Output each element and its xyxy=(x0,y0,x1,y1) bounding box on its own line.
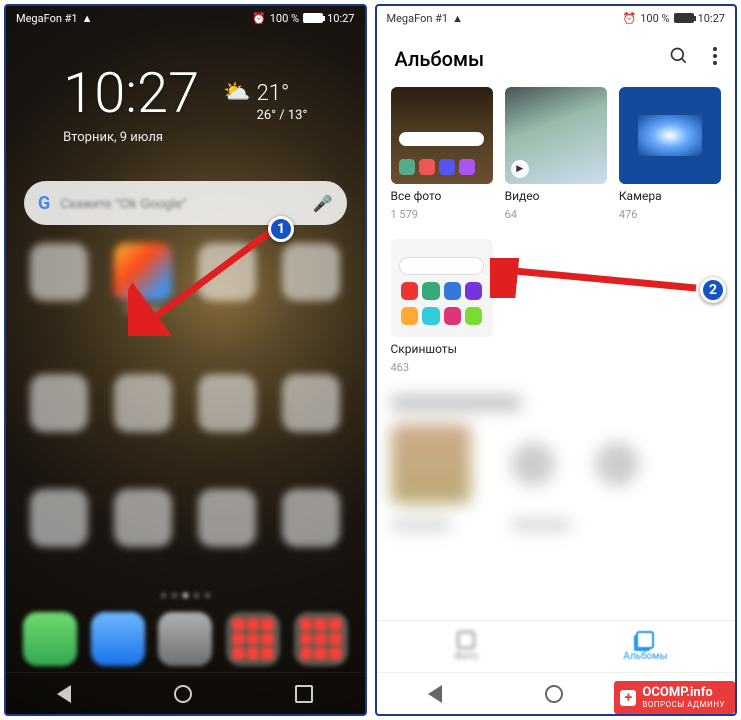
album-screenshots-thumb xyxy=(391,239,493,336)
tab-photos[interactable]: Фото xyxy=(377,621,556,672)
album-screenshots[interactable]: Скриншоты 463 xyxy=(391,239,493,373)
phone-home-screen: MegaFon #1 ▲ ⏰ 100 % 10:27 10:27 Вторник… xyxy=(4,4,367,716)
app-blur-9[interactable] xyxy=(114,489,172,547)
album-all-count: 1 579 xyxy=(391,208,493,221)
status-time: 10:27 xyxy=(327,12,354,25)
dock-folder-1[interactable] xyxy=(226,612,280,666)
google-search-bar[interactable]: G 🎤 xyxy=(24,181,347,225)
nav-back-button[interactable] xyxy=(428,685,442,703)
tab-albums[interactable]: Альбомы xyxy=(556,621,735,672)
battery-label: 100 % xyxy=(270,12,299,25)
app-blur-2[interactable] xyxy=(198,243,256,301)
watermark-main: OCOMP.info xyxy=(642,686,725,699)
carrier-label: MegaFon #1 xyxy=(16,12,78,25)
annotation-marker-1: 1 xyxy=(268,216,294,242)
page-indicator xyxy=(6,587,365,604)
more-icon[interactable] xyxy=(713,46,717,71)
status-bar: MegaFon #1 ▲ ⏰ 100 % 10:27 xyxy=(6,6,365,30)
nav-back-button[interactable] xyxy=(57,685,71,703)
weather-widget[interactable]: ⛅ 21° 26° / 13° xyxy=(223,80,307,125)
weather-temp-main: 21° xyxy=(257,80,308,109)
status-time: 10:27 xyxy=(698,12,725,25)
clock-date: Вторник, 9 июля xyxy=(63,130,199,145)
app-blur-7[interactable] xyxy=(282,374,340,432)
app-blur-4[interactable] xyxy=(30,374,88,432)
app-blur-11[interactable] xyxy=(282,489,340,547)
photos-tab-icon xyxy=(457,631,475,649)
carrier-label: MegaFon #1 xyxy=(387,12,449,25)
clock-weather-widget[interactable]: 10:27 Вторник, 9 июля ⛅ 21° 26° / 13° xyxy=(6,60,365,145)
nav-home-button[interactable] xyxy=(545,685,563,703)
gallery-app-icon[interactable] xyxy=(114,243,172,301)
other-albums-blurred xyxy=(377,378,736,564)
weather-temp-range: 26° / 13° xyxy=(257,108,308,125)
play-icon: ▶ xyxy=(511,160,529,178)
battery-label: 100 % xyxy=(640,12,669,25)
wifi-icon: ▲ xyxy=(82,12,93,25)
dock xyxy=(6,604,365,672)
gallery-title: Альбомы xyxy=(395,47,485,71)
album-camera-count: 476 xyxy=(619,208,721,221)
dock-folder-2[interactable] xyxy=(294,612,348,666)
wifi-icon: ▲ xyxy=(452,12,463,25)
album-camera-thumb xyxy=(619,87,721,184)
annotation-marker-2: 2 xyxy=(700,277,726,303)
watermark: OCOMP.info ВОПРОСЫ АДМИНУ xyxy=(614,681,735,714)
gallery-app-label: Галерея xyxy=(124,305,161,316)
app-blur-1[interactable] xyxy=(30,243,88,301)
tab-photos-label: Фото xyxy=(454,651,478,662)
album-screenshots-name: Скриншоты xyxy=(391,342,493,356)
app-blur-10[interactable] xyxy=(198,489,256,547)
alarm-icon: ⏰ xyxy=(623,12,637,25)
app-blur-3[interactable] xyxy=(282,243,340,301)
album-screenshots-count: 463 xyxy=(391,361,493,374)
google-icon: G xyxy=(38,193,50,214)
album-video[interactable]: ▶ Видео 64 xyxy=(505,87,607,221)
nav-home-button[interactable] xyxy=(174,685,192,703)
clock-time: 10:27 xyxy=(63,60,199,126)
album-camera-name: Камера xyxy=(619,189,721,203)
weather-icon: ⛅ xyxy=(223,80,250,105)
messages-app-icon[interactable] xyxy=(91,612,145,666)
home-apps-grid: Галерея xyxy=(6,225,365,587)
album-video-count: 64 xyxy=(505,208,607,221)
alarm-icon: ⏰ xyxy=(252,12,266,25)
gallery-bottom-tabs: Фото Альбомы xyxy=(377,620,736,672)
settings-app-icon[interactable] xyxy=(158,612,212,666)
battery-icon xyxy=(674,13,694,23)
mic-icon[interactable]: 🎤 xyxy=(313,194,333,213)
app-blur-8[interactable] xyxy=(30,489,88,547)
album-all-thumb xyxy=(391,87,493,184)
album-all-name: Все фото xyxy=(391,189,493,203)
app-blur-6[interactable] xyxy=(198,374,256,432)
album-video-name: Видео xyxy=(505,189,607,203)
nav-recent-button[interactable] xyxy=(295,685,313,703)
status-bar-right: MegaFon #1 ▲ ⏰ 100 % 10:27 xyxy=(377,6,736,30)
android-nav-bar xyxy=(6,672,365,714)
search-icon[interactable] xyxy=(669,46,689,71)
app-blur-5[interactable] xyxy=(114,374,172,432)
album-camera[interactable]: Камера 476 xyxy=(619,87,721,221)
phone-app-icon[interactable] xyxy=(23,612,77,666)
albums-tab-icon xyxy=(636,631,654,649)
albums-grid: Все фото 1 579 ▶ Видео 64 Камера 476 Скр… xyxy=(377,83,736,378)
battery-icon xyxy=(303,13,323,23)
album-video-thumb: ▶ xyxy=(505,87,607,184)
album-all-photos[interactable]: Все фото 1 579 xyxy=(391,87,493,221)
tab-albums-label: Альбомы xyxy=(623,651,667,662)
search-input[interactable] xyxy=(60,196,302,211)
phone-gallery-screen: MegaFon #1 ▲ ⏰ 100 % 10:27 Альбомы Все ф… xyxy=(375,4,738,716)
gallery-header: Альбомы xyxy=(377,30,736,83)
watermark-sub: ВОПРОСЫ АДМИНУ xyxy=(642,701,725,709)
